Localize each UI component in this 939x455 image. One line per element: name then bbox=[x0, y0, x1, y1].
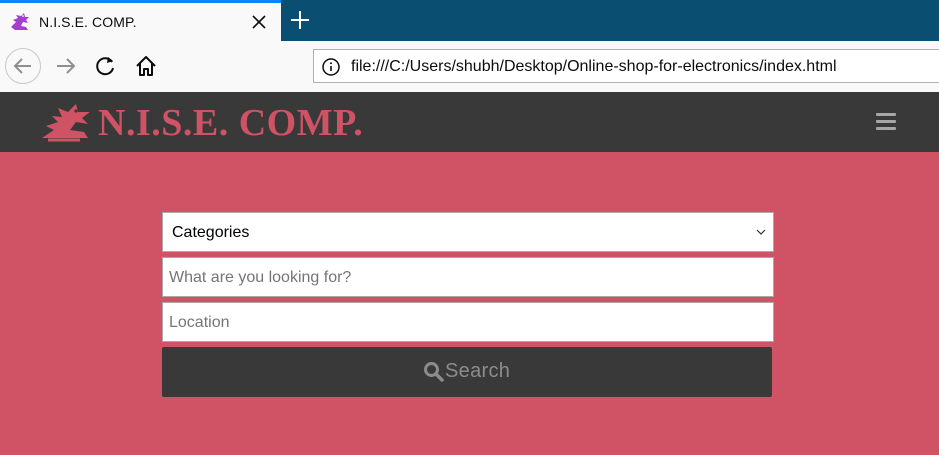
browser-tab[interactable]: N.I.S.E. COMP. bbox=[0, 0, 281, 41]
location-input[interactable]: Location bbox=[162, 302, 774, 342]
url-bar[interactable]: file:///C:/Users/shubh/Desktop/Online-sh… bbox=[313, 49, 939, 83]
search-query-input[interactable]: What are you looking for? bbox=[162, 257, 774, 297]
back-arrow-icon bbox=[13, 58, 31, 74]
info-icon[interactable] bbox=[321, 57, 341, 77]
browser-tab-bar: N.I.S.E. COMP. bbox=[0, 0, 939, 41]
url-text: file:///C:/Users/shubh/Desktop/Online-sh… bbox=[351, 58, 837, 75]
dragon-logo-icon[interactable] bbox=[40, 100, 96, 142]
plus-icon[interactable] bbox=[289, 9, 311, 31]
site-header: N.I.S.E. COMP. bbox=[0, 92, 939, 152]
search-query-placeholder: What are you looking for? bbox=[169, 269, 352, 286]
chevron-down-icon bbox=[756, 229, 766, 235]
home-button[interactable] bbox=[128, 48, 164, 84]
reload-icon bbox=[96, 57, 114, 76]
search-icon bbox=[424, 362, 444, 382]
category-select-value: Categories bbox=[172, 224, 250, 241]
dragon-logo-icon bbox=[11, 13, 29, 30]
tab-title: N.I.S.E. COMP. bbox=[39, 14, 137, 30]
site-logo-text[interactable]: N.I.S.E. COMP. bbox=[98, 101, 363, 145]
search-button[interactable]: Search bbox=[162, 347, 772, 397]
search-button-label: Search bbox=[445, 360, 511, 382]
reload-button[interactable] bbox=[88, 48, 124, 84]
back-button[interactable] bbox=[5, 48, 41, 84]
home-icon bbox=[136, 56, 156, 76]
hamburger-menu-icon[interactable] bbox=[876, 113, 896, 131]
close-icon[interactable] bbox=[250, 13, 268, 31]
forward-arrow-icon bbox=[57, 58, 76, 74]
forward-button[interactable] bbox=[48, 48, 84, 84]
location-placeholder: Location bbox=[169, 314, 230, 331]
browser-nav-bar: file:///C:/Users/shubh/Desktop/Online-sh… bbox=[0, 41, 939, 92]
category-select[interactable]: Categories bbox=[162, 212, 774, 252]
